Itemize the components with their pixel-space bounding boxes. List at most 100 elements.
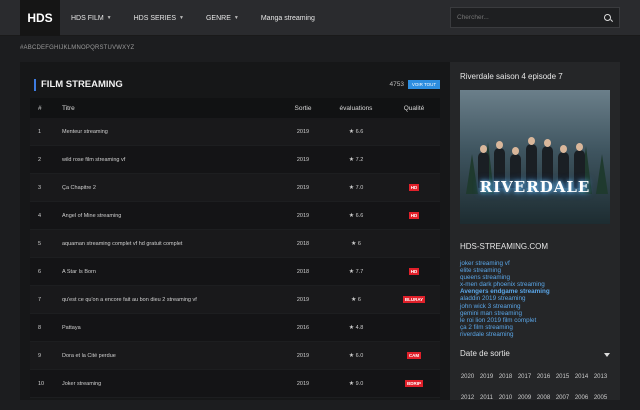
table-row[interactable]: 10 Joker streaming 2019 ★ 9.0 BDRIP bbox=[30, 370, 440, 398]
year-list: 2020 2019 2018 2017 2016 2015 2014 2013 2012 2011… bbox=[458, 368, 618, 410]
table-row[interactable]: 1 Menteur streaming 2019 ★ 6.6 bbox=[30, 118, 440, 146]
year-link[interactable]: 2008 bbox=[534, 389, 553, 407]
quality-badge: HD bbox=[408, 268, 420, 275]
year-link[interactable]: 2006 bbox=[572, 389, 591, 407]
row-rating: ★ 6.0 bbox=[324, 352, 388, 359]
row-title[interactable]: Menteur streaming bbox=[62, 129, 282, 135]
nav-label: HDS SERIES bbox=[133, 14, 177, 22]
table-row[interactable]: 9 Dora et la Cité perdue 2019 ★ 6.0 CAM bbox=[30, 342, 440, 370]
row-year: 2019 bbox=[296, 380, 310, 387]
view-all-button[interactable]: VOIR TOUT bbox=[408, 80, 440, 89]
nav-manga[interactable]: Manga streaming bbox=[250, 0, 326, 36]
row-title[interactable]: Pattaya bbox=[62, 325, 282, 331]
table-row[interactable]: 7 qu'est ce qu'on a encore fait au bon di… bbox=[30, 286, 440, 314]
year-link[interactable]: 2011 bbox=[477, 389, 496, 407]
star-icon: ★ bbox=[348, 129, 355, 135]
poster-title: RIVERDALE bbox=[479, 178, 591, 196]
caret-down-icon: ▼ bbox=[106, 15, 112, 21]
row-year: 2019 bbox=[296, 184, 310, 191]
row-title[interactable]: Dora et la Cité perdue bbox=[62, 353, 282, 359]
featured-title[interactable]: Riverdale saison 4 episode 7 bbox=[460, 72, 563, 81]
panel-header: FILM STREAMING 4753 VOIR TOUT bbox=[34, 78, 440, 92]
nav-hds-film[interactable]: HDS FILM ▼ bbox=[60, 0, 123, 36]
table-body: 1 Menteur streaming 2019 ★ 6.6 2 wild rose fi… bbox=[30, 118, 440, 398]
sidebar-link[interactable]: aladdin 2019 streaming bbox=[460, 295, 615, 302]
row-quality: HD bbox=[388, 212, 440, 219]
sidebar-link[interactable]: queens streaming bbox=[460, 274, 615, 281]
star-icon: ★ bbox=[351, 241, 357, 247]
year-link[interactable]: 2019 bbox=[477, 368, 496, 386]
year-link[interactable]: 2010 bbox=[496, 389, 515, 407]
row-quality: HD bbox=[388, 268, 440, 275]
main-nav: HDS FILM ▼ HDS SERIES ▼ GENRE ▼ Manga strea… bbox=[60, 0, 326, 36]
table-row[interactable]: 8 Pattaya 2016 ★ 4.8 bbox=[30, 314, 440, 342]
sidebar-link[interactable]: elite streaming bbox=[460, 267, 615, 274]
table-row[interactable]: 6 A Star Is Born 2018 ★ 7.7 HD bbox=[30, 258, 440, 286]
col-rating: évaluations bbox=[339, 104, 373, 112]
row-title[interactable]: Joker streaming bbox=[62, 381, 282, 387]
search-input[interactable] bbox=[457, 14, 603, 21]
year-link[interactable]: 2014 bbox=[572, 368, 591, 386]
row-number: 1 bbox=[38, 128, 42, 135]
row-rating: ★ 4.8 bbox=[324, 324, 388, 331]
site-logo[interactable]: HDS bbox=[20, 0, 60, 36]
row-number: 10 bbox=[38, 380, 45, 387]
star-icon: ★ bbox=[348, 185, 355, 191]
row-title[interactable]: Ça Chapitre 2 bbox=[62, 185, 282, 191]
search-icon[interactable] bbox=[603, 13, 613, 23]
quality-badge: HD bbox=[408, 184, 420, 191]
row-title[interactable]: Angel of Mine streaming bbox=[62, 213, 282, 219]
sidebar-link[interactable]: ça 2 film streaming bbox=[460, 324, 615, 331]
nav-label: GENRE bbox=[205, 14, 231, 22]
table-row[interactable]: 4 Angel of Mine streaming 2019 ★ 6.6 HD bbox=[30, 202, 440, 230]
row-rating: ★ 9.0 bbox=[324, 380, 388, 387]
table-row[interactable]: 3 Ça Chapitre 2 2019 ★ 7.0 HD bbox=[30, 174, 440, 202]
table-header: # Titre Sortie évaluations Qualité bbox=[30, 98, 440, 118]
sidebar-link[interactable]: joker streaming vf bbox=[460, 260, 615, 267]
row-title[interactable]: qu'est ce qu'on a encore fait au bon die… bbox=[62, 297, 282, 303]
row-number: 4 bbox=[38, 212, 42, 219]
sidebar-link[interactable]: riverdale streaming bbox=[460, 331, 615, 338]
year-link[interactable]: 2013 bbox=[591, 368, 610, 386]
sidebar-link[interactable]: Avengers endgame streaming bbox=[460, 288, 615, 295]
release-date-dropdown[interactable]: Date de sortie bbox=[460, 349, 610, 363]
table-row[interactable]: 5 aquaman streaming complet vf hd gratuit… bbox=[30, 230, 440, 258]
row-rating: ★ 7.2 bbox=[324, 156, 388, 163]
row-year: 2019 bbox=[296, 352, 310, 359]
row-year: 2016 bbox=[296, 324, 310, 331]
nav-label: HDS FILM bbox=[71, 14, 104, 22]
row-number: 2 bbox=[38, 156, 42, 163]
year-link[interactable]: 2017 bbox=[515, 368, 534, 386]
sidebar-link[interactable]: x-men dark phoenix streaming bbox=[460, 281, 615, 288]
nav-genre[interactable]: GENRE ▼ bbox=[195, 0, 250, 36]
col-num: # bbox=[38, 104, 42, 112]
year-link[interactable]: 2009 bbox=[515, 389, 534, 407]
sidebar-link[interactable]: john wick 3 streaming bbox=[460, 303, 615, 310]
year-link[interactable]: 2020 bbox=[458, 368, 477, 386]
row-number: 8 bbox=[38, 324, 42, 331]
row-title[interactable]: aquaman streaming complet vf hd gratuit … bbox=[62, 241, 282, 247]
row-rating: ★ 7.0 bbox=[324, 184, 388, 191]
star-icon: ★ bbox=[348, 157, 355, 163]
year-link[interactable]: 2005 bbox=[591, 389, 610, 407]
rating-value: 4.8 bbox=[355, 325, 364, 331]
row-number: 9 bbox=[38, 352, 42, 359]
row-number: 5 bbox=[38, 240, 42, 247]
row-title[interactable]: wild rose film streaming vf bbox=[62, 157, 282, 163]
nav-hds-series[interactable]: HDS SERIES ▼ bbox=[123, 0, 195, 36]
row-rating: ★ 6 bbox=[324, 296, 388, 303]
year-link[interactable]: 2012 bbox=[458, 389, 477, 407]
sidebar-link[interactable]: gemini man streaming bbox=[460, 310, 615, 317]
featured-poster[interactable]: RIVERDALE bbox=[460, 90, 610, 224]
year-link[interactable]: 2016 bbox=[534, 368, 553, 386]
row-year: 2018 bbox=[296, 268, 310, 275]
sidebar-link[interactable]: le roi lion 2019 film complet bbox=[460, 317, 615, 324]
alphabet-index[interactable]: #ABCDEFGHIJKLMNOPQRSTUVWXYZ bbox=[20, 45, 134, 51]
row-number: 7 bbox=[38, 296, 42, 303]
row-title[interactable]: A Star Is Born bbox=[62, 269, 282, 275]
row-quality: BLURAY bbox=[388, 296, 440, 303]
year-link[interactable]: 2007 bbox=[553, 389, 572, 407]
year-link[interactable]: 2015 bbox=[553, 368, 572, 386]
year-link[interactable]: 2018 bbox=[496, 368, 515, 386]
table-row[interactable]: 2 wild rose film streaming vf 2019 ★ 7.2 bbox=[30, 146, 440, 174]
